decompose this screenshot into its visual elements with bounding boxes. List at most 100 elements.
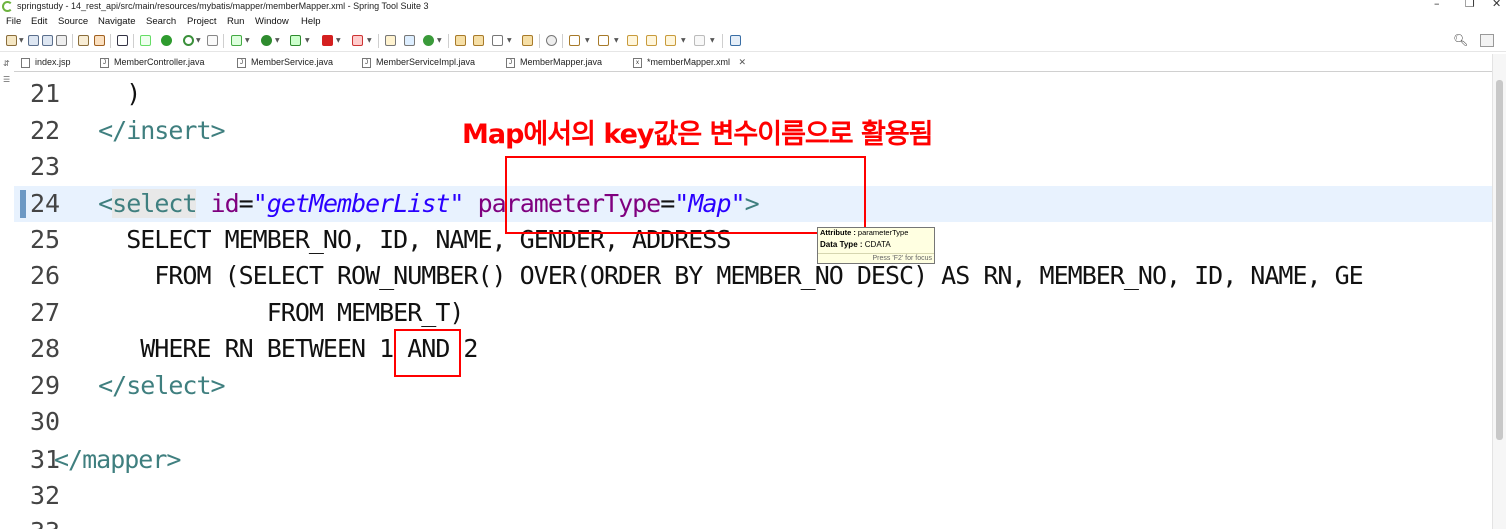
tooltip-attribute: Attribute : parameterType [820,228,908,238]
open-type-icon[interactable] [455,35,466,46]
scrollbar-thumb[interactable] [1496,80,1503,440]
code-line[interactable]: FROM MEMBER_T) [70,295,465,331]
menu-project[interactable]: Project [187,15,217,28]
save-all-icon[interactable] [42,35,53,46]
line-number: 30 [30,407,61,436]
chevron-down-icon[interactable]: ▼ [710,37,715,44]
tab-member-service-impl[interactable]: J MemberServiceImpl.java [359,54,475,71]
line-number: 32 [30,481,61,510]
link-icon[interactable] [207,35,218,46]
next-annotation-icon[interactable] [569,35,580,46]
code-line[interactable]: ) [70,76,141,112]
toolbar-separator [110,34,111,48]
toolbar-separator [562,34,563,48]
menu-run[interactable]: Run [227,15,244,28]
menu-navigate[interactable]: Navigate [98,15,136,28]
chevron-down-icon[interactable]: ▼ [305,37,310,44]
new-class-icon[interactable] [423,35,434,46]
refresh-icon[interactable] [183,35,194,46]
new-icon[interactable] [6,35,17,46]
menu-search[interactable]: Search [146,15,176,28]
debug-icon[interactable] [231,35,242,46]
chevron-down-icon[interactable]: ▼ [19,37,24,44]
close-window-button[interactable]: ✕ [1492,0,1501,10]
menu-window[interactable]: Window [255,15,289,28]
run-external-tools-icon[interactable] [290,35,301,46]
tooltip-attribute-label: Attribute : [820,228,856,237]
terminal-icon[interactable] [94,35,105,46]
chevron-down-icon[interactable]: ▼ [245,37,250,44]
search-icon[interactable]: 🔍︎ [1453,33,1468,47]
menu-bar: File Edit Source Navigate Search Project… [0,14,1506,29]
toolbar-separator [72,34,73,48]
annotation-box-value [394,329,461,377]
tab-label: MemberController.java [114,57,205,67]
tab-member-mapper-java[interactable]: J MemberMapper.java [503,54,602,71]
code-line[interactable]: FROM (SELECT ROW_NUMBER() OVER(ORDER BY … [70,258,1363,294]
chevron-down-icon[interactable]: ▼ [336,37,341,44]
hover-tooltip: Attribute : parameterType Data Type : CD… [817,227,935,264]
back-icon[interactable] [646,35,657,46]
code-line[interactable]: </insert> [70,113,225,149]
previous-annotation-icon[interactable] [598,35,609,46]
code-line[interactable]: </select> [70,368,225,404]
back-arrow-icon[interactable] [665,35,676,46]
build-icon[interactable] [78,35,89,46]
console-icon[interactable] [117,35,128,46]
chevron-down-icon[interactable]: ▼ [196,37,201,44]
minimize-button[interactable]: – [1434,0,1440,10]
xml-file-icon: x [633,58,642,68]
save-icon[interactable] [28,35,39,46]
chevron-down-icon[interactable]: ▼ [585,37,590,44]
chevron-down-icon[interactable]: ▼ [437,37,442,44]
menu-edit[interactable]: Edit [31,15,47,28]
left-trim-bar: ⇵ ☰ [0,53,14,529]
tab-index-jsp[interactable]: index.jsp [18,54,71,71]
spring-boot-icon[interactable] [161,35,172,46]
menu-help[interactable]: Help [301,15,321,28]
menu-file[interactable]: File [6,15,21,28]
stop-icon[interactable] [322,35,333,46]
tooltip-hint: Press 'F2' for focus [818,253,934,264]
tab-label: MemberService.java [251,57,334,67]
tag-name: select [112,189,197,218]
main-toolbar: ▼ ▼ ▼ ▼ ▼ ▼ ▼ ▼ ▼ ▼ ▼ ▼ ▼ 🔍︎ [0,30,1506,52]
chevron-down-icon[interactable]: ▼ [507,37,512,44]
vertical-scrollbar[interactable] [1492,54,1506,529]
toolbar-separator [223,34,224,48]
last-edit-location-icon[interactable] [627,35,638,46]
tab-member-service[interactable]: J MemberService.java [234,54,333,71]
chevron-down-icon[interactable]: ▼ [275,37,280,44]
new-window-icon[interactable] [730,35,741,46]
chevron-down-icon[interactable]: ▼ [367,37,372,44]
menu-source[interactable]: Source [58,15,88,28]
line-number: 33 [30,514,76,529]
skip-breakpoints-icon[interactable] [140,35,151,46]
tab-member-mapper-xml[interactable]: x *memberMapper.xml ✕ [630,54,758,71]
chevron-down-icon[interactable]: ▼ [614,37,619,44]
open-task-icon[interactable] [522,35,533,46]
chevron-down-icon[interactable]: ▼ [681,37,686,44]
open-folder-icon[interactable] [473,35,484,46]
outline-icon[interactable]: ☰ [3,75,10,84]
run-icon[interactable] [261,35,272,46]
forward-arrow-icon[interactable] [694,35,705,46]
perspective-icon[interactable] [1480,34,1494,47]
server-icon[interactable] [352,35,363,46]
web-browser-icon[interactable] [546,35,557,46]
tab-member-controller[interactable]: J MemberController.java [97,54,205,71]
code-line[interactable]: </mapper> [54,442,181,478]
editor-tabs: index.jsp J MemberController.java J Memb… [18,54,1488,71]
close-icon[interactable]: ✕ [739,57,747,67]
attribute-name: id [210,189,240,218]
hierarchy-icon[interactable] [385,35,396,46]
pen-icon[interactable] [492,35,503,46]
title-bar: springstudy - 14_rest_api/src/main/resou… [0,0,1506,14]
restore-icon[interactable]: ⇵ [3,59,10,68]
java-file-icon: J [362,58,371,68]
restore-button[interactable]: ❐ [1465,0,1475,10]
print-icon[interactable] [56,35,67,46]
tab-label: index.jsp [35,57,71,67]
package-icon[interactable] [404,35,415,46]
